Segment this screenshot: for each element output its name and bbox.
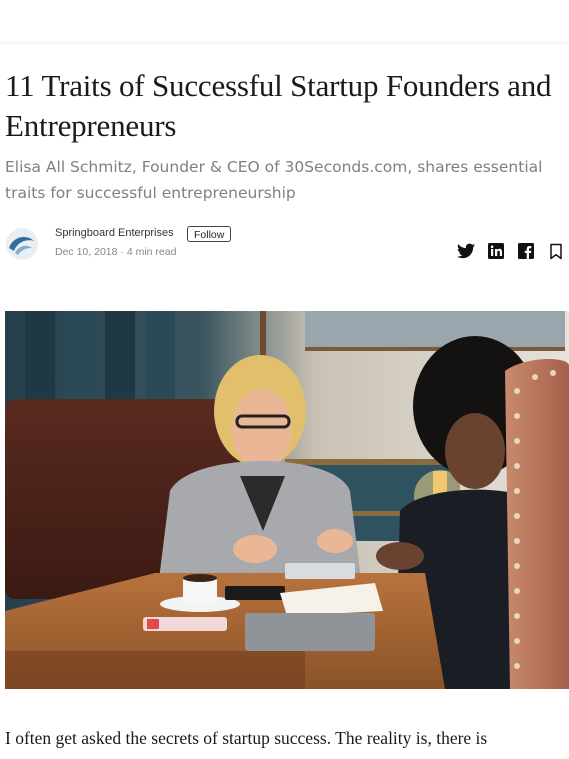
facebook-icon[interactable] bbox=[517, 242, 535, 260]
top-navigation-bar bbox=[0, 0, 569, 42]
bookmark-icon[interactable] bbox=[547, 242, 565, 260]
author-avatar[interactable] bbox=[5, 227, 39, 261]
author-name[interactable]: Springboard Enterprises bbox=[55, 227, 174, 239]
hero-image bbox=[5, 311, 569, 689]
follow-button[interactable]: Follow bbox=[187, 226, 232, 242]
article-meta: Dec 10, 2018 · 4 min read bbox=[55, 246, 176, 258]
article-subtitle: Elisa All Schmitz, Founder & CEO of 30Se… bbox=[5, 158, 543, 202]
article-title: 11 Traits of Successful Startup Founders… bbox=[5, 68, 552, 143]
publish-date: Dec 10, 2018 bbox=[55, 246, 118, 258]
twitter-icon[interactable] bbox=[457, 242, 475, 260]
article-body-paragraph: I often get asked the secrets of startup… bbox=[5, 728, 488, 748]
linkedin-icon[interactable] bbox=[487, 242, 505, 260]
meta-separator: · bbox=[117, 246, 127, 258]
author-byline: Springboard Enterprises Follow Dec 10, 2… bbox=[5, 226, 565, 267]
read-time: 4 min read bbox=[126, 246, 177, 258]
share-toolbar bbox=[457, 241, 565, 261]
